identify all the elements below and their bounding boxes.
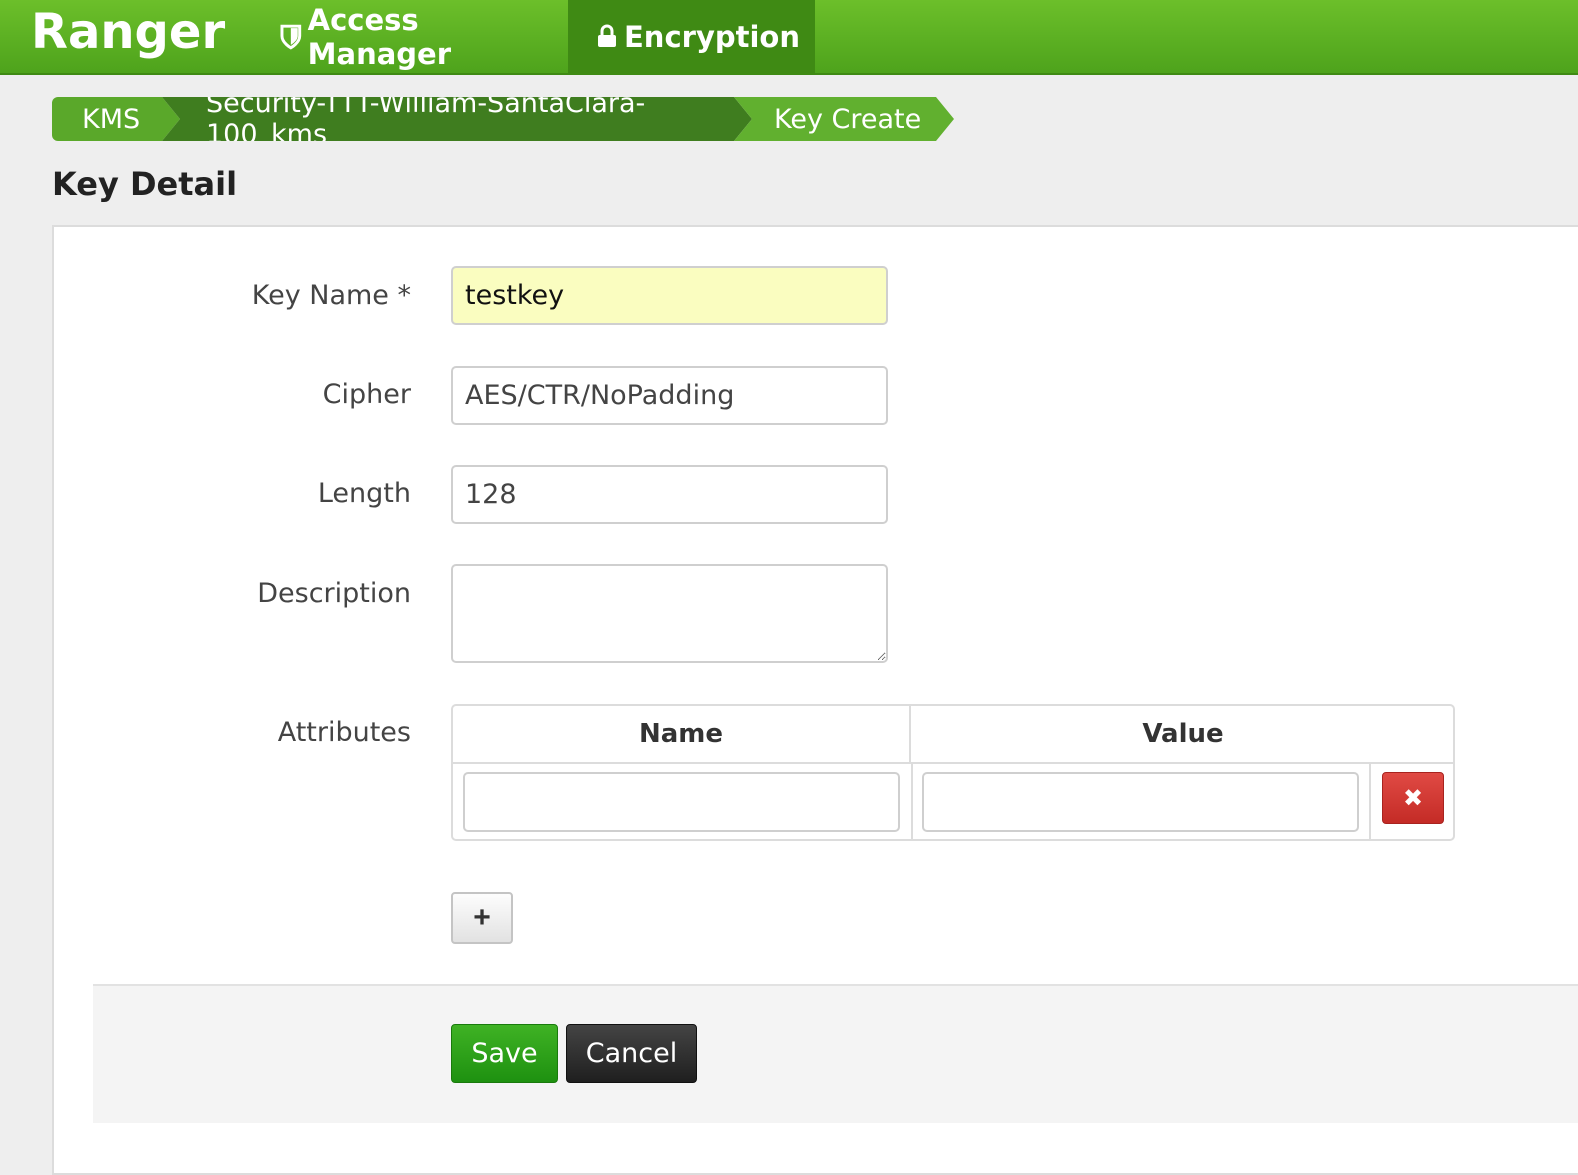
nav-access-manager[interactable]: Access Manager xyxy=(272,0,568,73)
attributes-table: Name Value ✖ xyxy=(451,704,1455,841)
cancel-button[interactable]: Cancel xyxy=(566,1024,697,1083)
close-icon: ✖ xyxy=(1402,784,1424,812)
add-attribute-button[interactable]: + xyxy=(451,892,513,944)
save-button[interactable]: Save xyxy=(451,1024,558,1083)
nav-encryption[interactable]: Encryption xyxy=(568,0,815,73)
cipher-label: Cipher xyxy=(322,379,411,410)
length-input[interactable] xyxy=(451,465,888,524)
breadcrumb-service[interactable]: Security-TTT-William-SantaClara-100_kms xyxy=(162,97,752,141)
brand-logo[interactable]: Ranger xyxy=(31,4,225,60)
key-name-input[interactable] xyxy=(451,266,888,325)
shield-icon xyxy=(280,24,302,50)
attributes-header-value: Value xyxy=(911,706,1455,764)
breadcrumb-key-create: Key Create xyxy=(734,97,954,141)
length-label: Length xyxy=(317,478,411,509)
column-divider xyxy=(911,764,913,839)
attribute-value-input[interactable] xyxy=(922,772,1359,832)
cipher-input[interactable] xyxy=(451,366,888,425)
plus-icon: + xyxy=(473,901,491,934)
form-actions-bar xyxy=(93,984,1578,1123)
remove-attribute-button[interactable]: ✖ xyxy=(1382,772,1444,824)
nav-access-manager-label: Access Manager xyxy=(307,2,452,71)
nav-encryption-label: Encryption xyxy=(624,19,800,54)
attribute-name-input[interactable] xyxy=(463,772,900,832)
attributes-header-name: Name xyxy=(453,706,911,764)
column-divider xyxy=(1369,764,1371,839)
lock-icon xyxy=(598,24,616,47)
page-title: Key Detail xyxy=(52,165,238,203)
description-label: Description xyxy=(257,578,411,609)
breadcrumb-kms[interactable]: KMS xyxy=(52,97,180,141)
attributes-label: Attributes xyxy=(277,717,411,748)
top-navbar: Ranger Access Manager Encryption xyxy=(0,0,1578,75)
key-name-label: Key Name * xyxy=(251,280,411,311)
description-textarea[interactable] xyxy=(451,564,888,663)
